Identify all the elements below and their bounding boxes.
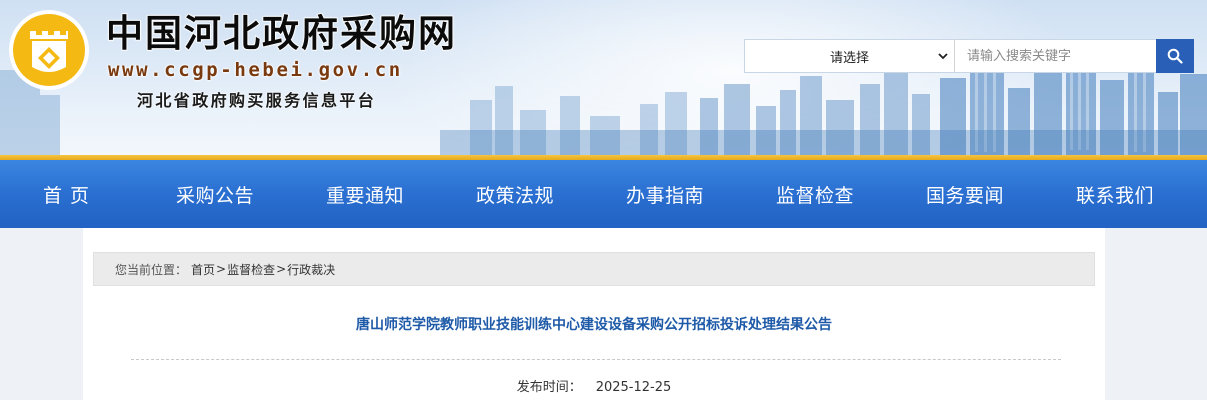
- title-divider: [131, 359, 1061, 360]
- publish-date-label: 发布时间：: [516, 380, 582, 395]
- breadcrumb-link-supervision[interactable]: 监督检查: [227, 261, 275, 278]
- article-title: 唐山师范学院教师职业技能训练中心建设设备采购公开招标投诉处理结果公告: [356, 317, 832, 333]
- breadcrumb-link-admin-ruling[interactable]: 行政裁决: [287, 261, 335, 278]
- nav-item-state-news[interactable]: 国务要闻: [890, 160, 1040, 228]
- search-input[interactable]: [955, 40, 1156, 72]
- main-nav: 首页 采购公告 重要通知 政策法规 办事指南 监督检查 国务要闻 联系我们: [0, 160, 1207, 228]
- breadcrumb-label: 您当前位置：: [115, 262, 188, 277]
- site-logo[interactable]: [8, 9, 90, 91]
- publish-date-value: 2025-12-25: [595, 380, 672, 395]
- breadcrumb-link-home[interactable]: 首页: [191, 261, 215, 278]
- chevron-down-icon: [938, 53, 948, 60]
- breadcrumb: 您当前位置： 首页 > 监督检查 > 行政裁决: [93, 252, 1095, 286]
- breadcrumb-separator: >: [216, 262, 227, 276]
- site-title: 中国河北政府采购网: [105, 12, 457, 55]
- breadcrumb-separator: >: [276, 262, 287, 276]
- nav-item-home[interactable]: 首页: [0, 160, 140, 228]
- logo-emblem-icon: [9, 10, 89, 90]
- publish-date: 发布时间： 2025-12-25: [83, 376, 1105, 395]
- nav-item-guide[interactable]: 办事指南: [590, 160, 740, 228]
- search-bar: 请选择: [744, 39, 1194, 73]
- search-button[interactable]: [1156, 39, 1194, 73]
- site-url: www.ccgp-hebei.gov.cn: [108, 59, 403, 81]
- site-subtitle: 河北省政府购买服务信息平台: [137, 91, 377, 110]
- nav-item-procurement-notices[interactable]: 采购公告: [140, 160, 290, 228]
- nav-item-policies[interactable]: 政策法规: [440, 160, 590, 228]
- nav-item-contact[interactable]: 联系我们: [1040, 160, 1190, 228]
- nav-item-important-notices[interactable]: 重要通知: [290, 160, 440, 228]
- nav-item-supervision[interactable]: 监督检查: [740, 160, 890, 228]
- content-panel: 您当前位置： 首页 > 监督检查 > 行政裁决 唐山师范学院教师职业技能训练中心…: [83, 228, 1105, 400]
- search-category-value: 请选择: [829, 50, 869, 66]
- search-category-select[interactable]: 请选择: [745, 40, 955, 72]
- site-header: 中国河北政府采购网 www.ccgp-hebei.gov.cn 河北省政府购买服…: [0, 0, 1207, 155]
- search-icon: [1167, 48, 1183, 64]
